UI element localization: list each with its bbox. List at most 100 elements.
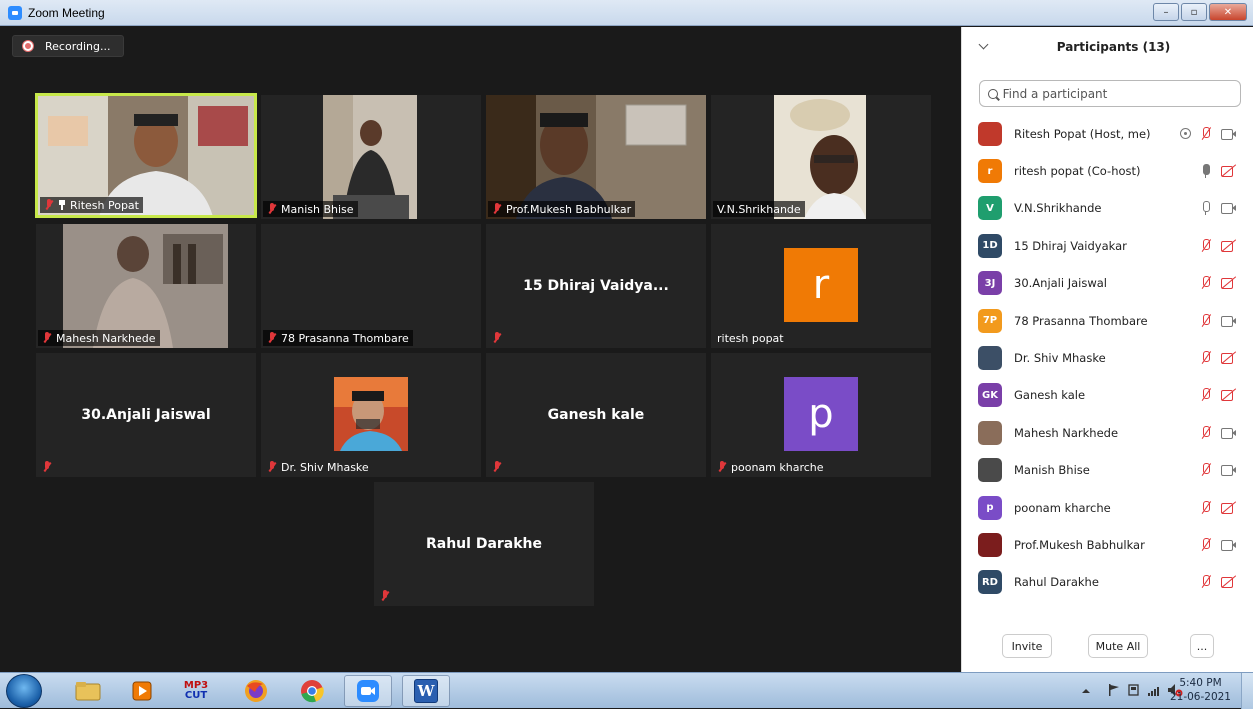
video-off-icon[interactable] — [1221, 502, 1237, 514]
video-tile[interactable]: Manish Bhise — [261, 95, 481, 219]
word-button[interactable]: W — [402, 675, 450, 707]
mic-muted-icon[interactable] — [1199, 463, 1213, 477]
mic-muted-icon[interactable] — [1199, 388, 1213, 402]
mic-muted-icon[interactable] — [1199, 537, 1213, 552]
participant-status-icons — [1199, 388, 1237, 402]
participant-photo-avatar — [978, 532, 1002, 557]
mic-active-icon[interactable] — [1199, 164, 1213, 179]
minimize-button[interactable]: – — [1153, 3, 1179, 21]
system-clock[interactable]: 5:40 PM 21-06-2021 — [1170, 676, 1231, 704]
pin-icon — [58, 200, 66, 210]
start-button[interactable] — [6, 674, 42, 708]
participant-namebar: Manish Bhise — [263, 201, 358, 217]
participant-row[interactable]: Ritesh Popat (Host, me) — [962, 115, 1253, 152]
participant-row[interactable]: 3J 30.Anjali Jaiswal — [962, 265, 1253, 302]
video-off-icon[interactable] — [1221, 576, 1237, 589]
invite-button[interactable]: Invite — [1002, 634, 1052, 658]
mic-muted-icon — [717, 461, 727, 473]
mp3-cutter-button[interactable]: MP3 CUT — [172, 675, 220, 707]
maximize-button[interactable]: ▫ — [1181, 3, 1207, 21]
participant-row[interactable]: Manish Bhise — [962, 452, 1253, 489]
mic-muted-icon — [492, 332, 502, 344]
action-center-flag-icon[interactable] — [1107, 683, 1121, 697]
chrome-button[interactable] — [288, 675, 336, 707]
participant-list-name: Manish Bhise — [1014, 463, 1090, 478]
video-tile[interactable]: 15 Dhiraj Vaidya... — [486, 224, 706, 348]
participant-row[interactable]: 1D 15 Dhiraj Vaidyakar — [962, 227, 1253, 264]
participant-status-icons — [1199, 537, 1237, 552]
mic-muted-icon — [42, 461, 52, 473]
mic-muted-icon[interactable] — [1199, 238, 1213, 253]
participant-row[interactable]: Prof.Mukesh Babhulkar — [962, 526, 1253, 563]
participant-namebar — [376, 588, 394, 604]
participant-status-icons — [1180, 126, 1237, 141]
participant-initials-avatar: GK — [978, 383, 1002, 408]
participant-photo-avatar — [978, 346, 1002, 371]
video-tile[interactable]: Ganesh kale — [486, 353, 706, 477]
recording-indicator[interactable]: Recording... — [12, 35, 124, 57]
video-camera-icon[interactable] — [1221, 464, 1237, 477]
chrome-icon — [301, 680, 324, 703]
network-signal-icon[interactable] — [1147, 683, 1163, 697]
mute-all-button[interactable]: Mute All — [1088, 634, 1148, 658]
video-off-icon[interactable] — [1221, 240, 1237, 252]
mic-muted-icon[interactable] — [1199, 276, 1213, 290]
participant-row[interactable]: p poonam kharche — [962, 489, 1253, 526]
participant-name: Dr. Shiv Mhaske — [281, 460, 369, 474]
device-icon[interactable] — [1127, 683, 1141, 697]
video-tile[interactable]: 30.Anjali Jaiswal — [36, 353, 256, 477]
video-tile[interactable]: Prof.Mukesh Babhulkar — [486, 95, 706, 219]
participant-list-name: Dr. Shiv Mhaske — [1014, 351, 1106, 366]
video-camera-icon[interactable] — [1221, 202, 1237, 215]
mic-muted-icon[interactable] — [1199, 351, 1213, 365]
video-off-icon[interactable] — [1221, 352, 1237, 365]
video-tile[interactable]: r ritesh popat — [711, 224, 931, 348]
participant-namebar: poonam kharche — [713, 459, 828, 475]
mic-muted-icon[interactable] — [1199, 126, 1213, 141]
video-off-icon[interactable] — [1221, 389, 1237, 402]
zoom-button[interactable] — [344, 675, 392, 707]
participant-name: 78 Prasanna Thombare — [281, 331, 409, 345]
video-tile[interactable]: Mahesh Narkhede — [36, 224, 256, 348]
video-camera-icon[interactable] — [1221, 128, 1237, 140]
media-player-button[interactable] — [118, 675, 166, 707]
video-camera-icon[interactable] — [1221, 427, 1237, 439]
close-button[interactable]: ✕ — [1209, 3, 1247, 21]
media-player-icon — [132, 681, 152, 701]
participant-row[interactable]: GK Ganesh kale — [962, 377, 1253, 414]
participant-row[interactable]: Mahesh Narkhede — [962, 414, 1253, 451]
participant-status-icons — [1199, 164, 1237, 179]
video-tile[interactable]: Ritesh Popat — [35, 93, 257, 218]
participant-list-name: Prof.Mukesh Babhulkar — [1014, 537, 1145, 552]
mic-muted-icon[interactable] — [1199, 313, 1213, 328]
firefox-button[interactable] — [232, 675, 280, 707]
participant-row[interactable]: V V.N.Shrikhande — [962, 190, 1253, 227]
participant-row[interactable]: 7P 78 Prasanna Thombare — [962, 302, 1253, 339]
mic-muted-icon[interactable] — [1199, 425, 1213, 440]
video-off-icon[interactable] — [1221, 165, 1237, 178]
video-tile[interactable]: p poonam kharche — [711, 353, 931, 477]
mic-muted-icon[interactable] — [1199, 575, 1213, 589]
file-explorer-button[interactable] — [64, 675, 112, 707]
search-input[interactable] — [1002, 86, 1232, 101]
participant-center-name: Rahul Darakhe — [425, 536, 543, 552]
more-button[interactable]: ... — [1190, 634, 1214, 658]
video-camera-icon[interactable] — [1221, 315, 1237, 327]
participant-row[interactable]: r ritesh popat (Co-host) — [962, 152, 1253, 189]
show-desktop-button[interactable] — [1241, 673, 1253, 709]
video-tile[interactable]: Dr. Shiv Mhaske — [261, 353, 481, 477]
video-camera-icon[interactable] — [1221, 539, 1237, 551]
video-tile[interactable]: 78 Prasanna Thombare — [261, 224, 481, 348]
participant-row[interactable]: RD Rahul Darakhe — [962, 564, 1253, 601]
video-off-icon[interactable] — [1221, 277, 1237, 290]
participant-list-name: Ganesh kale — [1014, 388, 1086, 403]
participant-list-name: V.N.Shrikhande — [1014, 201, 1102, 216]
show-hidden-icons-icon[interactable] — [1081, 686, 1091, 696]
video-tile[interactable]: V.N.Shrikhande — [711, 95, 931, 219]
video-tile[interactable]: Rahul Darakhe — [374, 482, 594, 606]
mic-icon[interactable] — [1199, 201, 1213, 216]
participant-namebar: Ritesh Popat — [40, 197, 143, 213]
participant-search[interactable] — [979, 80, 1241, 107]
participant-row[interactable]: Dr. Shiv Mhaske — [962, 339, 1253, 376]
mic-muted-icon[interactable] — [1199, 500, 1213, 515]
